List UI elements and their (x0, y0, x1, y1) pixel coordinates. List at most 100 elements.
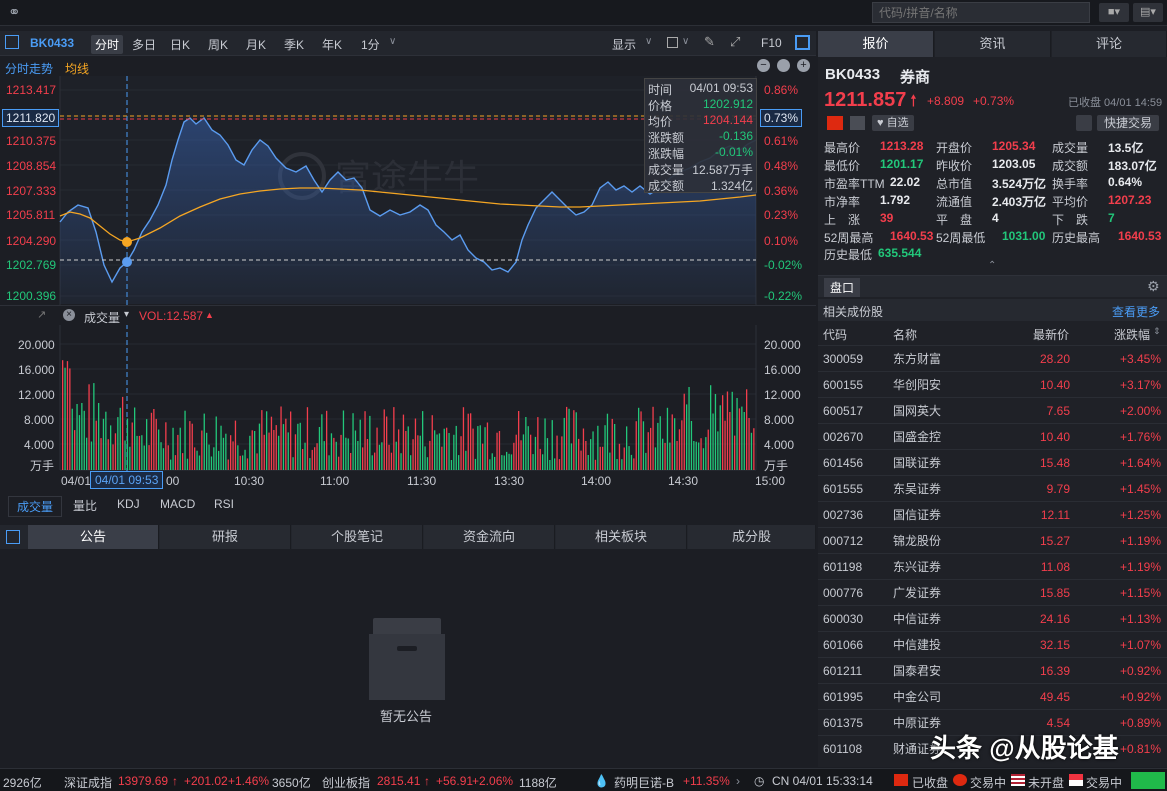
price-tick: 1205.811 (6, 208, 56, 222)
period-1min[interactable]: 1分 (361, 36, 380, 53)
chevron-right-icon[interactable]: › (736, 774, 740, 788)
volume-bar (62, 360, 64, 470)
indicator-volume-ratio[interactable]: 量比 (73, 497, 97, 514)
zoom-in-icon[interactable]: + (797, 59, 810, 72)
table-row[interactable]: 601456 国联证券 15.48 +1.64% (818, 449, 1167, 475)
pct-tick: 0.61% (764, 134, 799, 148)
tab-quote[interactable]: 报价 (818, 31, 934, 57)
quote-value: 1031.00 (1002, 229, 1046, 243)
volume-bar (669, 442, 671, 470)
quote-value: 1.792 (880, 193, 911, 207)
quick-trade-button[interactable]: 快捷交易 (1097, 115, 1160, 131)
tab-capital-flow[interactable]: 资金流向 (424, 525, 555, 549)
chevron-down-icon[interactable]: ∨ (389, 36, 396, 47)
expand-icon[interactable]: ↗ (37, 308, 46, 321)
period-day[interactable]: 日K (170, 36, 190, 53)
watchlist-button[interactable]: ♥ 自选 (872, 115, 914, 131)
tab-research[interactable]: 研报 (160, 525, 291, 549)
table-row[interactable]: 601995 中金公司 49.45 +0.92% (818, 683, 1167, 709)
note-icon[interactable] (850, 116, 865, 130)
fullscreen-icon[interactable]: ⤢ (730, 34, 740, 50)
table-row[interactable]: 002670 国盛金控 10.40 +1.76% (818, 423, 1167, 449)
chevron-up-icon[interactable]: ⌃ (988, 260, 996, 271)
layout-button[interactable]: ▤▾ (1133, 3, 1163, 22)
volume-bar (290, 411, 292, 470)
sort-icon[interactable]: ⇕ (1153, 326, 1161, 337)
col-price[interactable]: 最新价 (1033, 326, 1069, 343)
stock-code: 601375 (823, 716, 864, 730)
table-row[interactable]: 300059 东方财富 28.20 +3.45% (818, 345, 1167, 371)
panel-toggle-icon[interactable] (795, 35, 810, 50)
volume-bar (215, 416, 217, 470)
close-icon[interactable]: × (63, 309, 75, 321)
period-week[interactable]: 周K (208, 36, 228, 53)
volume-bar (86, 437, 88, 470)
volume-bar (390, 452, 393, 470)
f10-button[interactable]: F10 (761, 36, 782, 50)
checkbox-icon[interactable] (667, 37, 678, 48)
zoom-out-icon[interactable]: − (757, 59, 770, 72)
index-name[interactable]: 深证成指 (64, 774, 112, 791)
volume-bar (700, 438, 702, 470)
table-row[interactable]: 601211 国泰君安 16.39 +0.92% (818, 657, 1167, 683)
chevron-down-icon[interactable]: ▾ (124, 309, 129, 320)
panel-collapse-icon[interactable] (6, 530, 20, 544)
table-row[interactable]: 601066 中信建投 32.15 +1.07% (818, 631, 1167, 657)
index-name[interactable]: 创业板指 (322, 774, 370, 791)
skin-button[interactable]: ■▾ (1099, 3, 1129, 22)
quote-label: 成交额 (1052, 159, 1089, 173)
table-row[interactable]: 002736 国信证券 12.11 +1.25% (818, 501, 1167, 527)
indicator-volume[interactable]: 成交量 (8, 496, 63, 517)
reset-icon[interactable] (777, 59, 790, 72)
period-quarter[interactable]: 季K (284, 36, 304, 53)
period-multiday[interactable]: 多日 (132, 36, 156, 53)
tab-related-sectors[interactable]: 相关板块 (556, 525, 687, 549)
search-input[interactable] (872, 2, 1090, 23)
col-change[interactable]: 涨跌幅 (1114, 326, 1150, 343)
indicator-macd[interactable]: MACD (160, 497, 195, 511)
stock-code: 601555 (823, 482, 864, 496)
chevron-down-icon[interactable]: ∨ (645, 36, 652, 47)
volume-bar (210, 456, 213, 470)
gear-icon[interactable]: ⚙ (1147, 278, 1160, 295)
legend-intraday[interactable]: 分时走势 (5, 60, 53, 77)
vol-tick: 8.000 (24, 413, 55, 427)
volume-bar (414, 418, 417, 470)
volume-indicator-select[interactable]: 成交量 (84, 309, 120, 326)
indicator-rsi[interactable]: RSI (214, 497, 234, 511)
tab-news[interactable]: 资讯 (935, 31, 1051, 57)
period-year[interactable]: 年K (322, 36, 342, 53)
indicator-kdj[interactable]: KDJ (117, 497, 140, 511)
tab-notes[interactable]: 个股笔记 (292, 525, 423, 549)
up-arrow-icon: ↑ (424, 774, 430, 788)
period-intraday[interactable]: 分时 (91, 35, 124, 54)
volume-bar (594, 459, 597, 470)
tab-comments[interactable]: 评论 (1052, 31, 1167, 57)
pen-icon[interactable]: ✎ (704, 34, 715, 50)
volume-bar (218, 450, 220, 470)
chevron-down-icon[interactable]: ∨ (682, 36, 689, 47)
table-row[interactable]: 000712 锦龙股份 15.27 +1.19% (818, 527, 1167, 553)
table-row[interactable]: 000776 广发证券 15.85 +1.15% (818, 579, 1167, 605)
see-more-link[interactable]: 查看更多 (1112, 303, 1160, 320)
table-row[interactable]: 601198 东兴证券 11.08 +1.19% (818, 553, 1167, 579)
tab-announcements[interactable]: 公告 (28, 525, 159, 549)
legend-average[interactable]: 均线 (65, 60, 89, 77)
col-name[interactable]: 名称 (893, 326, 917, 343)
volume-bar (419, 435, 421, 470)
table-row[interactable]: 600030 中信证券 24.16 +1.13% (818, 605, 1167, 631)
period-month[interactable]: 月K (246, 36, 266, 53)
tab-pankou[interactable]: 盘口 (824, 278, 861, 297)
table-row[interactable]: 601555 东吴证券 9.79 +1.45% (818, 475, 1167, 501)
table-row[interactable]: 600155 华创阳安 10.40 +3.17% (818, 371, 1167, 397)
display-menu[interactable]: 显示 (612, 36, 636, 53)
col-code[interactable]: 代码 (823, 326, 847, 343)
ticker-stock[interactable]: 药明巨诺-B (614, 774, 674, 791)
bell-icon[interactable] (1076, 115, 1092, 131)
headset-icon[interactable]: ⚭ (8, 3, 21, 21)
sidebar-toggle-icon[interactable] (5, 35, 19, 49)
tab-constituents[interactable]: 成分股 (688, 525, 816, 549)
table-row[interactable]: 600517 国网英大 7.65 +2.00% (818, 397, 1167, 423)
stock-change: +1.15% (1119, 586, 1161, 600)
volume-bar (393, 407, 395, 470)
